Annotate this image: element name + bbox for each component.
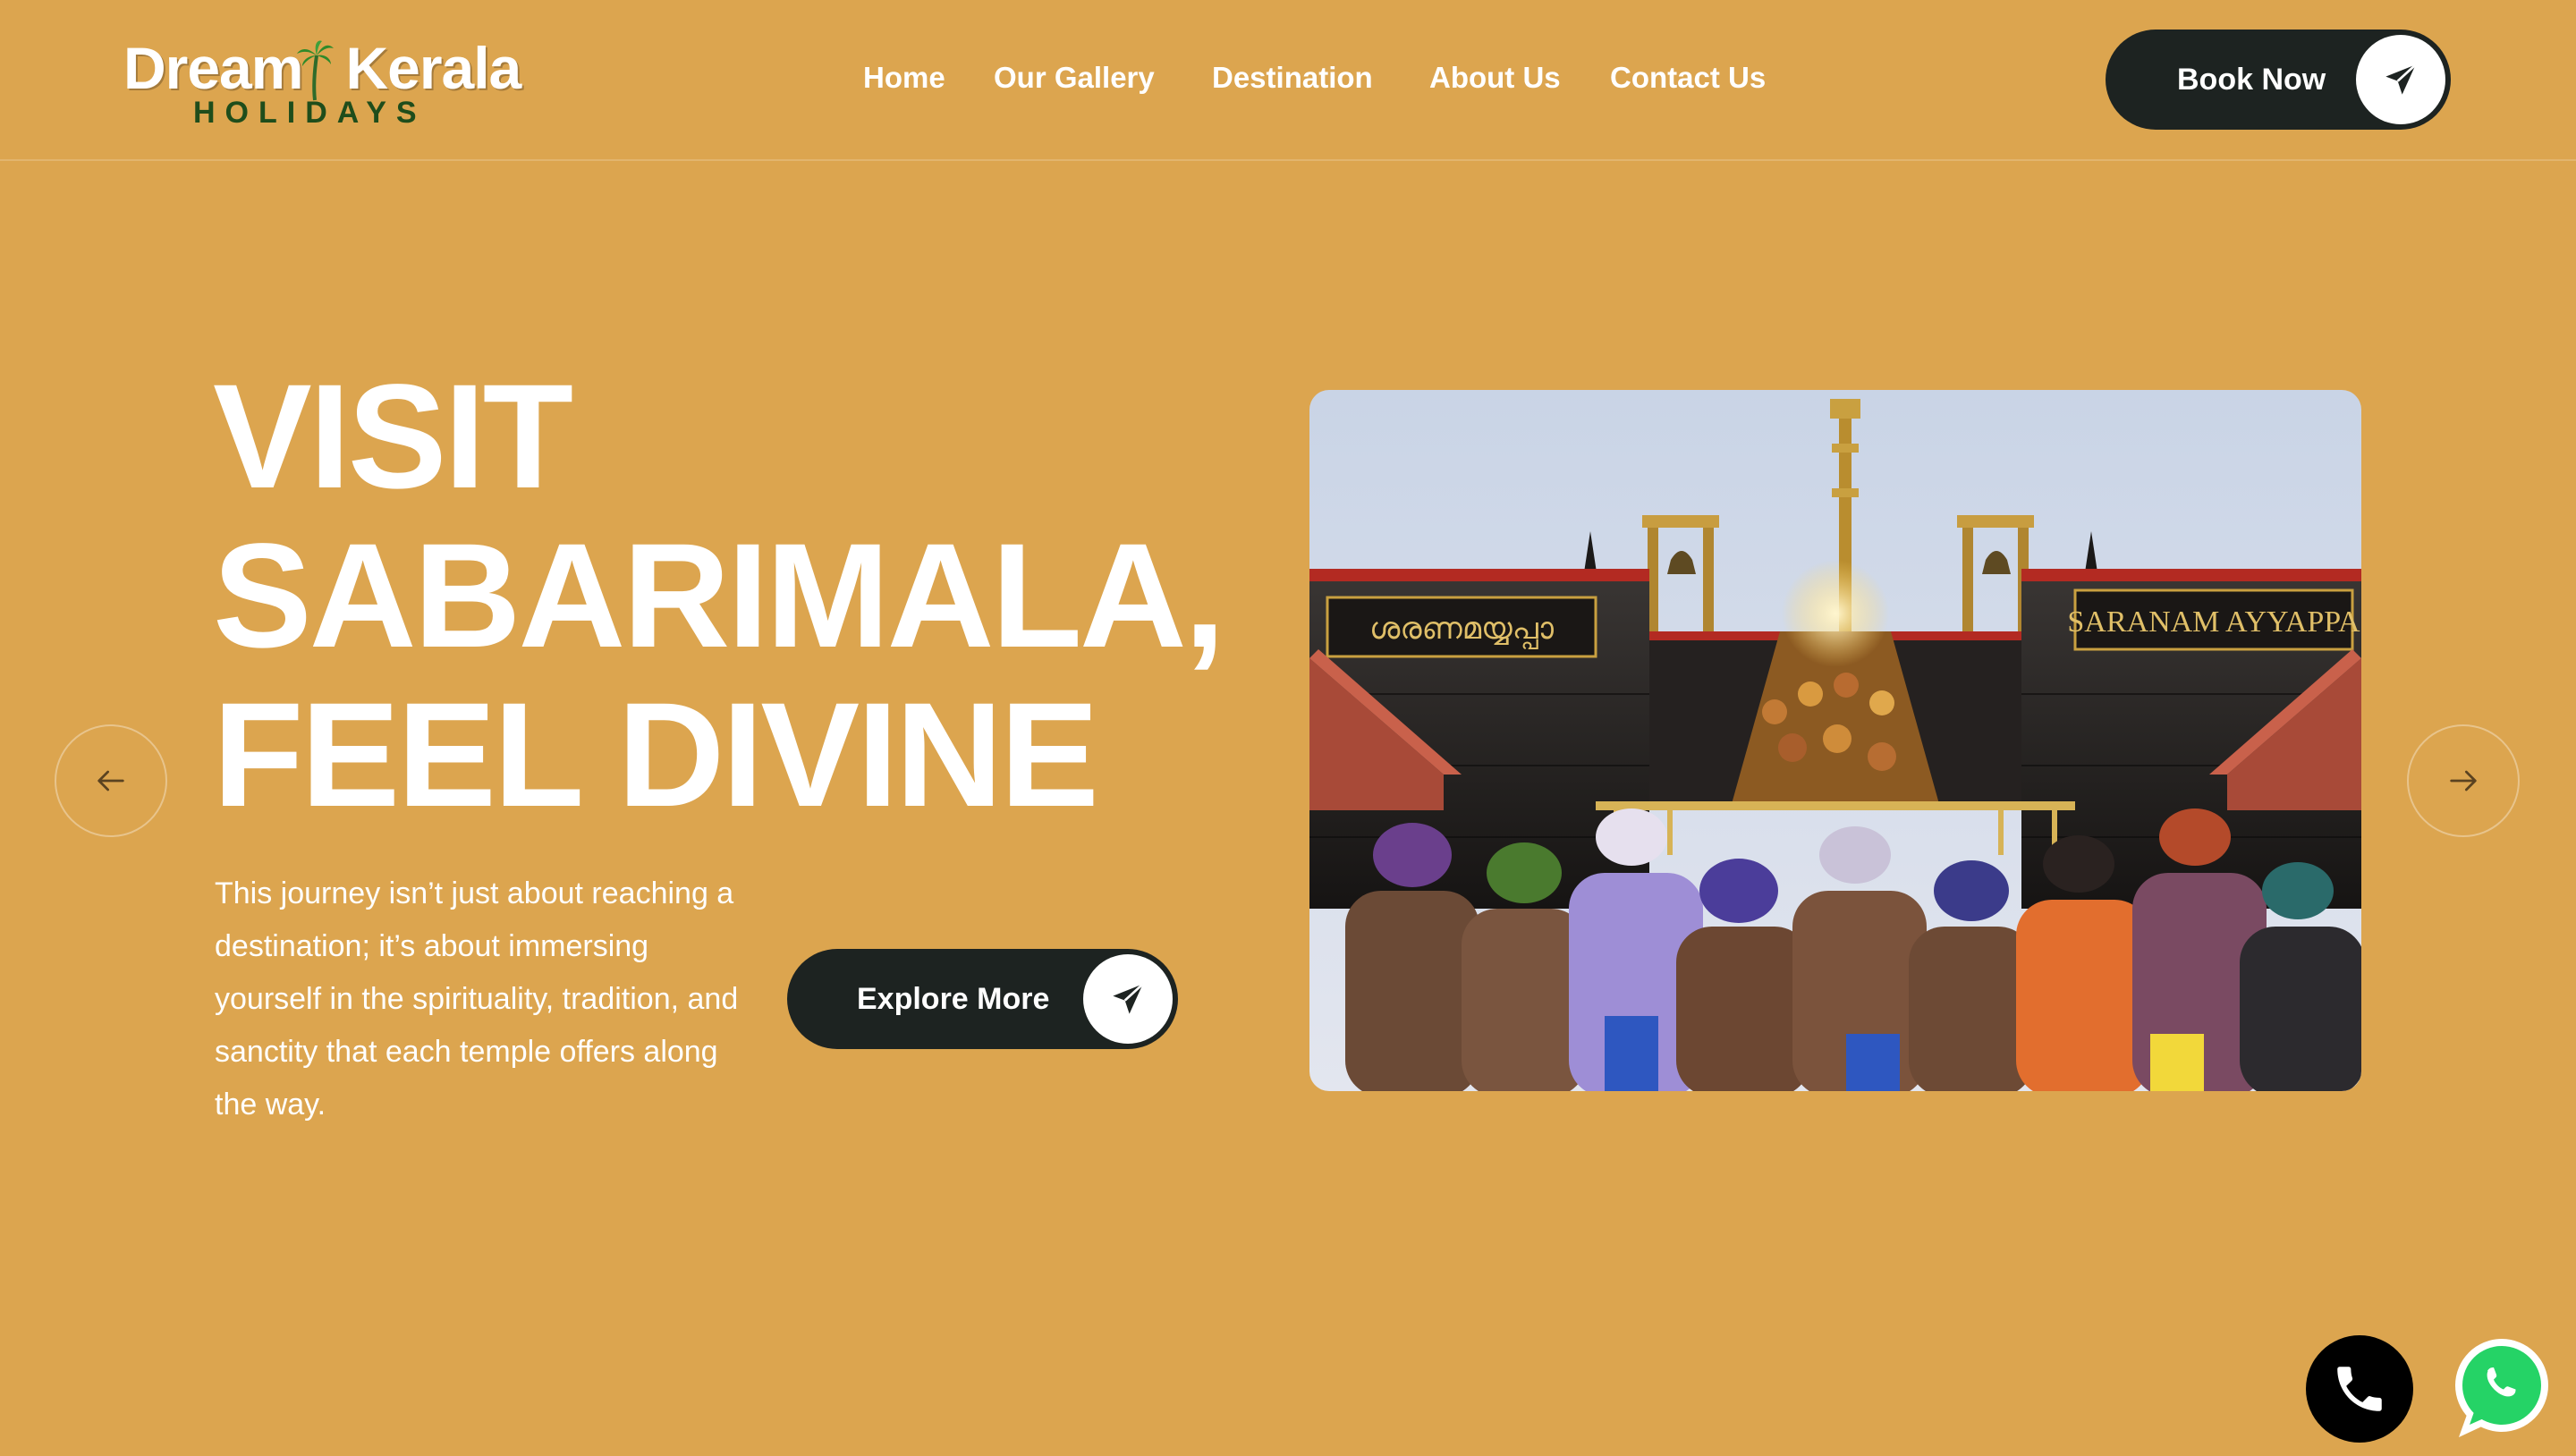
palm-tree-icon [297, 40, 334, 101]
book-now-icon-circle [2356, 35, 2445, 124]
nav-item-gallery[interactable]: Our Gallery [994, 55, 1155, 100]
explore-more-button[interactable]: Explore More [787, 949, 1178, 1049]
hero-title-line-1: VISIT [213, 354, 573, 520]
temple-photo: ശരണമയ്യപ്പാ SARANAM AYYAPPA [1309, 390, 2361, 1091]
hero-title-line-2: SABARIMALA, [213, 513, 1225, 679]
hero-description: This journey isn’t just about reaching a… [215, 876, 739, 1122]
site-header: Dream Kerala HOLIDAYS Home Our Gallery De… [0, 0, 2576, 161]
nav-item-about[interactable]: About Us [1429, 55, 1561, 100]
nav-item-destination[interactable]: Destination [1212, 55, 1373, 100]
call-button[interactable] [2306, 1335, 2413, 1443]
explore-more-label: Explore More [857, 982, 1050, 1016]
sign-left-text: ശരണമയ്യപ്പാ [1369, 611, 1555, 650]
whatsapp-button[interactable] [2446, 1335, 2554, 1443]
explore-more-icon-circle [1083, 954, 1173, 1044]
logo-word-kerala: Kerala [345, 35, 521, 101]
nav-item-contact[interactable]: Contact Us [1610, 55, 1766, 100]
arrow-right-icon [2450, 770, 2477, 791]
hero-image: ശരണമയ്യപ്പാ SARANAM AYYAPPA [1309, 390, 2361, 1091]
brand-logo[interactable]: Dream Kerala HOLIDAYS [123, 35, 526, 130]
logo-word-dream: Dream [123, 35, 303, 101]
book-now-label: Book Now [2177, 63, 2326, 97]
carousel-prev-button[interactable] [55, 724, 167, 837]
paper-plane-icon [2385, 63, 2417, 95]
carousel-next-button[interactable] [2407, 724, 2520, 837]
book-now-button[interactable]: Book Now [2106, 30, 2451, 130]
arrow-left-icon [97, 770, 124, 791]
sign-right-text: SARANAM AYYAPPA [2067, 605, 2360, 639]
nav-item-home[interactable]: Home [863, 55, 945, 100]
hero-title-line-3: FEEL DIVINE [213, 673, 1099, 838]
hero-title: VISIT SABARIMALA, FEEL DIVINE [213, 358, 1286, 835]
phone-icon [2337, 1367, 2382, 1411]
logo-subtitle: HOLIDAYS [193, 96, 427, 130]
paper-plane-icon [1113, 983, 1144, 1014]
whatsapp-icon [2455, 1339, 2548, 1437]
